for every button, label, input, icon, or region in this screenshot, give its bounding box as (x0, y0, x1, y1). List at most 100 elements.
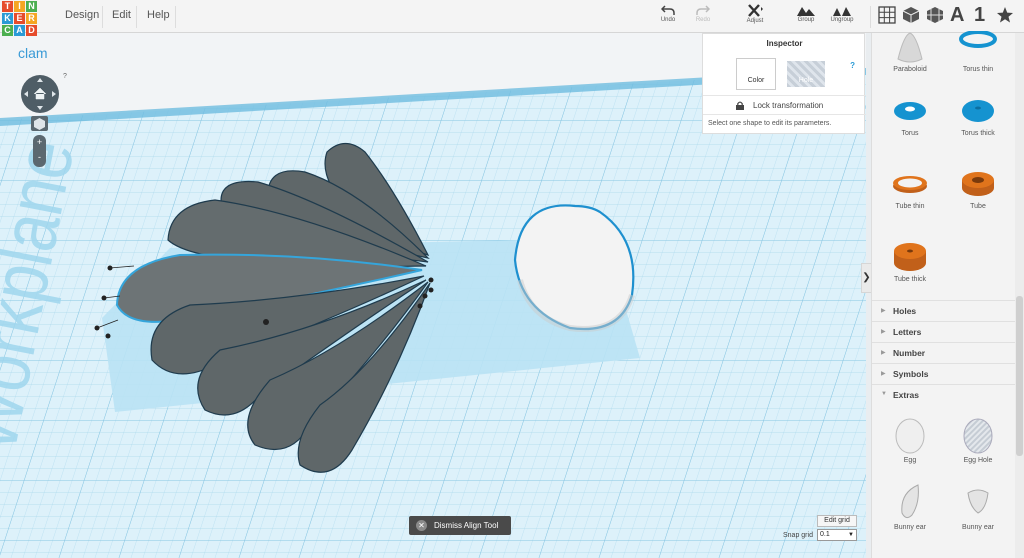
edit-grid-button[interactable]: Edit grid (817, 515, 857, 527)
zoom-control: + - (33, 135, 46, 167)
chevron-down-icon: ▼ (848, 532, 854, 538)
redo-button[interactable]: Redo (683, 4, 723, 30)
category-label: Letters (893, 327, 922, 337)
ungroup-button[interactable]: Ungroup (822, 4, 862, 30)
chevron-right-icon: ▶ (881, 350, 886, 356)
color-button[interactable]: Color (736, 58, 776, 90)
scrollbar-thumb[interactable] (1016, 296, 1023, 456)
dismiss-label: Dismiss Align Tool (434, 521, 499, 530)
design-title[interactable]: clam (18, 45, 48, 61)
shape-tube[interactable]: Tube (948, 168, 1008, 230)
egg-hole-icon (963, 418, 993, 454)
paraboloid-icon (897, 32, 923, 63)
star-view-icon[interactable] (996, 5, 1014, 25)
menu-divider (136, 6, 137, 28)
chevron-right-icon: ▶ (881, 371, 886, 377)
shape-label: Bunny ear (962, 524, 994, 531)
shapes-panel: Paraboloid Torus thin Torus Torus thick … (871, 31, 1016, 558)
snap-grid-select[interactable]: 0.1 ▼ (817, 529, 857, 541)
chevron-right-icon: ▶ (881, 329, 886, 335)
category-letters[interactable]: ▶ Letters (872, 321, 1016, 342)
tinkercad-editor: Workplane T I N K E R C A D Design Edit … (0, 0, 1024, 558)
torus-icon (894, 102, 926, 120)
category-holes[interactable]: ▶ Holes (872, 300, 1016, 321)
logo-letter: E (14, 13, 25, 24)
shape-label: Torus thick (961, 130, 995, 137)
logo-letter: D (26, 25, 37, 36)
zoom-in-button[interactable]: + (33, 135, 46, 150)
text-view-icon[interactable]: A (950, 5, 964, 25)
category-label: Number (893, 348, 926, 358)
lock-transformation-toggle[interactable]: Lock transformation (703, 95, 866, 115)
shape-label: Paraboloid (893, 66, 927, 73)
inspector-panel: Inspector ? Color Hole Lock transformati… (702, 33, 866, 134)
shape-egg-hole[interactable]: Egg Hole (948, 416, 1008, 478)
grid-view-icon[interactable] (878, 5, 896, 25)
logo-letter: K (2, 13, 13, 24)
logo-letter: C (2, 25, 13, 36)
menu-divider (102, 6, 103, 28)
shape-torus-thin[interactable]: Torus thin (948, 31, 1008, 93)
category-extras[interactable]: ▼ Extras (872, 384, 1016, 405)
shape-label: Tube thick (893, 276, 927, 283)
chevron-right-icon: ▶ (881, 308, 886, 314)
panel-collapse-button[interactable]: ❯ (861, 263, 871, 293)
logo-letter: N (26, 1, 37, 12)
shape-bunny-ear[interactable]: Bunny ear (880, 483, 940, 545)
one-view-icon[interactable]: 1 (974, 5, 985, 25)
group-label: Group (797, 17, 815, 23)
ungroup-label: Ungroup (830, 17, 854, 23)
view-cube-icon[interactable] (31, 116, 48, 131)
shape-paraboloid[interactable]: Paraboloid (880, 31, 940, 93)
shape-egg[interactable]: Egg (880, 416, 940, 478)
close-icon: ✕ (416, 520, 427, 531)
shape-tube-thin[interactable]: Tube thin (880, 168, 940, 230)
chevron-down-icon: ▼ (881, 391, 887, 397)
undo-button[interactable]: Undo (648, 4, 688, 30)
logo-letter: T (2, 1, 13, 12)
redo-label: Redo (695, 17, 711, 23)
logo-letter: I (14, 1, 25, 12)
shape-label: Bunny ear (894, 524, 926, 531)
zoom-out-button[interactable]: - (33, 150, 46, 165)
inspector-message: Select one shape to edit its parameters. (708, 120, 832, 127)
category-label: Extras (893, 390, 919, 400)
redo-icon (696, 5, 710, 15)
shape-torus[interactable]: Torus (880, 95, 940, 157)
top-toolbar: TINKERCAD Design Edit Help Undo Redo Adj… (0, 0, 1024, 36)
shape-label: Tube (970, 203, 986, 210)
shape-label: Tube thin (895, 203, 925, 210)
torus-thick-icon (962, 100, 994, 122)
view-divider (870, 6, 871, 28)
adjust-button[interactable]: Adjust (735, 4, 775, 30)
dismiss-align-tool-button[interactable]: ✕ Dismiss Align Tool (409, 516, 511, 535)
shape-bunny-ear[interactable]: Bunny ear (948, 483, 1008, 545)
menu-help[interactable]: Help (147, 9, 170, 21)
lock-label: Lock transformation (753, 101, 824, 110)
view-help-icon[interactable]: ? (63, 73, 67, 80)
group-button[interactable]: Group (786, 4, 826, 30)
bricks-view-icon[interactable] (926, 5, 944, 25)
box-view-icon[interactable] (902, 5, 920, 25)
inspector-help-icon[interactable]: ? (850, 61, 855, 70)
egg-icon (895, 418, 925, 454)
tinkercad-logo[interactable]: TIN KER CAD (0, 0, 54, 36)
undo-icon (661, 5, 675, 15)
hole-button[interactable]: Hole (787, 61, 825, 87)
category-number[interactable]: ▶ Number (872, 342, 1016, 363)
undo-label: Undo (660, 17, 676, 23)
category-symbols[interactable]: ▶ Symbols (872, 363, 1016, 384)
logo-letter: A (14, 25, 25, 36)
bunny-ear-icon (967, 489, 989, 514)
shape-label: Egg (903, 457, 917, 464)
shape-torus-thick[interactable]: Torus thick (948, 95, 1008, 157)
snap-grid-label: Snap grid (783, 532, 813, 539)
category-label: Holes (893, 306, 917, 316)
shape-label: Egg Hole (963, 457, 993, 464)
orbit-control[interactable] (21, 75, 59, 113)
bunny-ear-icon (901, 484, 919, 519)
shape-tube-thick[interactable]: Tube thick (880, 241, 940, 303)
tube-thick-icon (894, 243, 926, 271)
menu-design[interactable]: Design (65, 9, 99, 21)
menu-edit[interactable]: Edit (112, 9, 131, 21)
